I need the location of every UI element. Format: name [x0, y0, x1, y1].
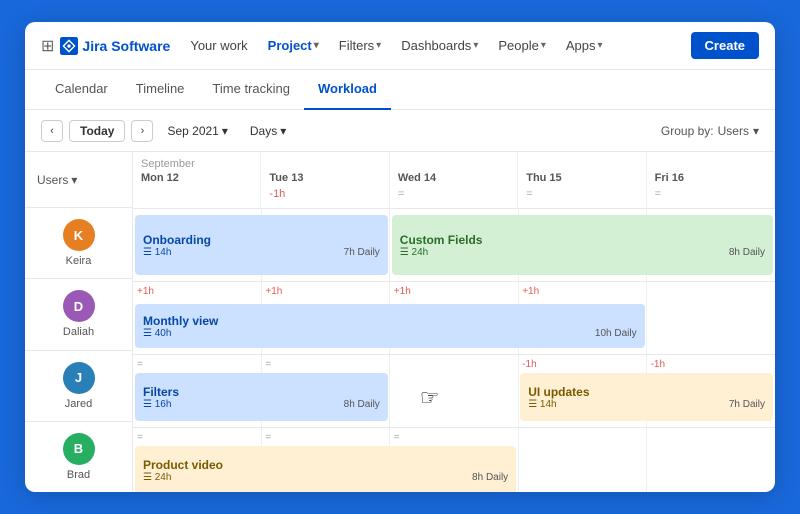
row-daliah: +1h +1h +1h +1h Monthly view ☰ 40h 10h D… — [133, 282, 775, 355]
tab-bar: Calendar Timeline Time tracking Workload — [25, 70, 775, 110]
avatar-jared: J — [63, 362, 95, 394]
task-ui-updates[interactable]: UI updates ☰ 14h 7h Daily — [520, 373, 773, 421]
days-header: September Mon 12 Tue 13 -1h Wed 14 = Thu… — [133, 152, 775, 209]
brad-diff-2: = — [394, 432, 400, 443]
task-filters[interactable]: Filters ☰ 16h 8h Daily — [135, 373, 388, 421]
group-by-selector[interactable]: Group by: Users ▾ — [661, 124, 759, 138]
next-button[interactable]: › — [131, 120, 153, 142]
avatar-brad: B — [63, 433, 95, 465]
tab-time-tracking[interactable]: Time tracking — [198, 70, 304, 110]
nav-project[interactable]: Project ▾ — [260, 34, 327, 57]
row-keira: Onboarding ☰ 14h 7h Daily Custom Fields … — [133, 209, 775, 282]
daliah-diff-1: +1h — [265, 286, 282, 297]
jared-diff-0: = — [137, 359, 143, 370]
day-header-fri16: Fri 16 = — [647, 152, 775, 208]
view-selector[interactable]: Days ▾ — [242, 120, 294, 142]
avatar-keira: K — [63, 219, 95, 251]
app-window: ⊞ Jira Software Your work Project ▾ Filt… — [25, 22, 775, 492]
navbar: ⊞ Jira Software Your work Project ▾ Filt… — [25, 22, 775, 70]
jared-diff-1: = — [265, 359, 271, 370]
jared-diff-3: -1h — [522, 359, 536, 370]
tab-workload[interactable]: Workload — [304, 70, 391, 110]
daliah-diff-0: +1h — [137, 286, 154, 297]
prev-button[interactable]: ‹ — [41, 120, 63, 142]
brad-cell-4 — [647, 428, 775, 492]
user-brad: B Brad — [25, 422, 132, 492]
period-selector[interactable]: Sep 2021 ▾ — [159, 120, 235, 142]
grid-icon[interactable]: ⊞ — [41, 36, 54, 56]
daliah-diff-3: +1h — [522, 286, 539, 297]
chevron-down-icon: ▾ — [222, 124, 228, 138]
chevron-down-icon: ▾ — [314, 40, 319, 51]
jared-cell-2 — [390, 355, 519, 427]
daliah-diff-2: +1h — [394, 286, 411, 297]
chevron-down-icon: ▾ — [280, 124, 286, 138]
chevron-down-icon: ▾ — [541, 40, 546, 51]
nav-dashboards[interactable]: Dashboards ▾ — [393, 34, 486, 57]
user-keira: K Keira — [25, 208, 132, 279]
task-custom-fields[interactable]: Custom Fields ☰ 24h 8h Daily — [392, 215, 773, 275]
nav-your-work[interactable]: Your work — [182, 34, 255, 57]
create-button[interactable]: Create — [691, 32, 759, 59]
task-onboarding[interactable]: Onboarding ☰ 14h 7h Daily — [135, 215, 388, 275]
group-by-label: Group by: — [661, 124, 714, 138]
group-by-value: Users — [718, 124, 749, 138]
brad-cell-3 — [519, 428, 648, 492]
row-brad: = = = Product video ☰ 24h 8h Daily — [133, 428, 775, 492]
logo-text: Jira Software — [82, 38, 170, 54]
brad-diff-0: = — [137, 432, 143, 443]
schedule-grid: September Mon 12 Tue 13 -1h Wed 14 = Thu… — [133, 152, 775, 492]
avatar-daliah: D — [63, 290, 95, 322]
main-content: Users ▾ K Keira D Daliah J Jared B Brad — [25, 152, 775, 492]
user-name-daliah: Daliah — [63, 326, 94, 338]
user-name-keira: Keira — [66, 255, 92, 267]
user-name-jared: Jared — [65, 398, 93, 410]
day-header-thu15: Thu 15 = — [518, 152, 646, 208]
brad-diff-1: = — [265, 432, 271, 443]
user-name-brad: Brad — [67, 469, 90, 481]
user-column: Users ▾ K Keira D Daliah J Jared B Brad — [25, 152, 133, 492]
chevron-down-icon: ▾ — [598, 40, 603, 51]
nav-people[interactable]: People ▾ — [490, 34, 554, 57]
tab-timeline[interactable]: Timeline — [122, 70, 199, 110]
day-header-mon12: September Mon 12 — [133, 152, 261, 208]
chevron-down-icon: ▾ — [473, 40, 478, 51]
nav-apps[interactable]: Apps ▾ — [558, 34, 611, 57]
chevron-down-icon: ▾ — [71, 173, 77, 187]
user-jared: J Jared — [25, 351, 132, 422]
toolbar: ‹ Today › Sep 2021 ▾ Days ▾ Group by: Us… — [25, 110, 775, 152]
users-header[interactable]: Users ▾ — [25, 152, 132, 208]
task-monthly-view[interactable]: Monthly view ☰ 40h 10h Daily — [135, 304, 645, 348]
toolbar-left: ‹ Today › Sep 2021 ▾ Days ▾ — [41, 120, 653, 142]
tab-calendar[interactable]: Calendar — [41, 70, 122, 110]
user-daliah: D Daliah — [25, 279, 132, 350]
daliah-cell-4 — [647, 282, 775, 354]
nav-filters[interactable]: Filters ▾ — [331, 34, 389, 57]
grid-rows: Onboarding ☰ 14h 7h Daily Custom Fields … — [133, 209, 775, 492]
chevron-down-icon: ▾ — [376, 40, 381, 51]
chevron-down-icon: ▾ — [753, 124, 759, 138]
day-header-tue13: Tue 13 -1h — [261, 152, 389, 208]
app-logo: Jira Software — [60, 37, 170, 55]
jared-diff-4: -1h — [651, 359, 665, 370]
today-button[interactable]: Today — [69, 120, 125, 142]
day-header-wed14: Wed 14 = — [390, 152, 518, 208]
task-product-video[interactable]: Product video ☰ 24h 8h Daily — [135, 446, 516, 492]
row-jared: = = -1h -1h Filters ☰ 16h 8h Daily — [133, 355, 775, 428]
